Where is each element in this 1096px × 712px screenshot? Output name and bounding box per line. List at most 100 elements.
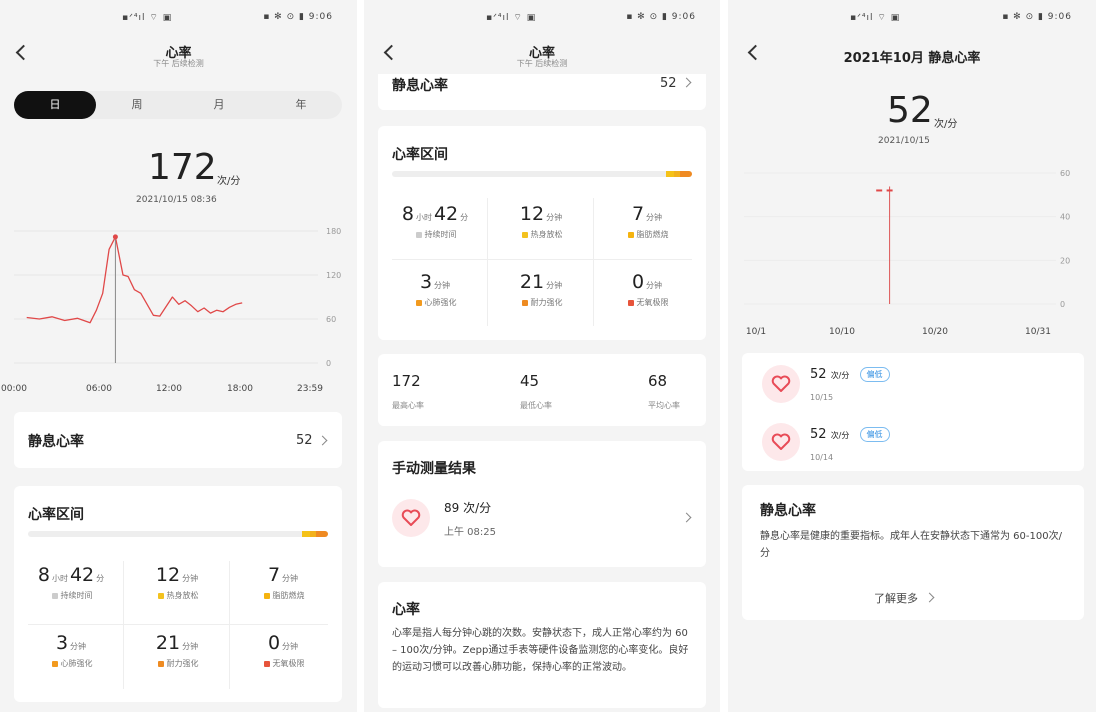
x-tick-label: 12:00 — [156, 384, 182, 394]
page-title: 2021年10月 静息心率 — [843, 51, 981, 66]
hr-info-card: 心率 心率是指人每分钟心跳的次数。安静状态下，成人正常心率约为 60 – 100… — [378, 582, 706, 708]
record-unit: 次/分 — [830, 431, 850, 440]
zone-value: 3 — [55, 632, 69, 654]
heart-icon — [762, 423, 800, 461]
zone-color-dot — [415, 299, 422, 306]
zone-unit: 分钟 — [434, 281, 451, 290]
status-left: ▪ᐟ⁴ıl ⌔ ▣ — [850, 13, 901, 23]
zones-bar — [28, 531, 328, 537]
tab-month[interactable]: 月 — [178, 91, 260, 119]
zone-value: 3 — [419, 271, 433, 293]
resting-hr-row[interactable]: 静息心率 52 — [14, 412, 342, 468]
page-subtitle: 下午 后续检测 — [516, 59, 568, 68]
status-left: ▪ᐟ⁴ıl ⌔ ▣ — [122, 13, 173, 23]
zone-unit: 分钟 — [646, 213, 663, 222]
zone-value-minutes: 42 — [69, 564, 95, 586]
zone-label: 心肺强化 — [60, 659, 93, 668]
manual-title: 手动测量结果 — [392, 461, 476, 477]
y-tick-label: 60 — [1060, 169, 1070, 178]
max-hr-label: 最高心率 — [392, 401, 424, 410]
zone-cell: 3 分钟心肺强化 — [22, 632, 122, 669]
tab-week[interactable]: 周 — [96, 91, 178, 119]
resting-hr-label: 静息心率 — [392, 78, 448, 94]
record-value: 52 — [810, 367, 827, 382]
hr-zones-card: 心率区间 8 小时 42 分持续时间 12 分钟 热身放松 7 分钟 脂肪燃烧 3 分钟 心肺强化 21 分… — [378, 126, 706, 340]
hr-series-line — [26, 236, 243, 324]
tab-year[interactable]: 年 — [260, 91, 342, 119]
zone-color-dot — [521, 299, 528, 306]
info-title: 心率 — [392, 602, 420, 618]
heart-rate-chart[interactable]: 180 120 60 0 00:00 06:00 12:00 18:00 23:59 — [0, 220, 357, 400]
y-tick-label: 120 — [326, 271, 341, 280]
x-tick-label: 00:00 — [1, 384, 27, 394]
zone-cell: 8 小时 42 分持续时间 — [22, 564, 122, 601]
x-tick-label: 06:00 — [86, 384, 112, 394]
zone-label: 脂肪燃烧 — [272, 591, 305, 600]
zone-cell: 12 分钟 热身放松 — [492, 203, 592, 240]
measure-datetime: 2021/10/15 08:36 — [136, 195, 217, 205]
zone-unit-hour: 小时 — [415, 213, 432, 222]
min-hr-label: 最低心率 — [520, 401, 552, 410]
x-tick-label: 10/20 — [922, 327, 948, 337]
zone-unit: 分钟 — [646, 281, 663, 290]
list-item[interactable]: 52 次/分 偏低 — [810, 367, 890, 382]
zone-cell: 0 分钟 无氧极限 — [598, 271, 698, 308]
zone-cell: 7 分钟 脂肪燃烧 — [234, 564, 334, 601]
drag-handle[interactable] — [115, 385, 145, 405]
zone-label: 持续时间 — [60, 591, 93, 600]
y-tick-label: 0 — [1060, 300, 1065, 309]
zone-unit: 分钟 — [182, 574, 199, 583]
status-bar: ▪ᐟ⁴ıl ⌔ ▣ ▪ ✻ ⊙ ▮ 9:06 — [0, 10, 357, 28]
resting-hr-chart[interactable]: 60 40 20 0 10/1 10/10 10/20 10/31 — [728, 160, 1096, 345]
bpm-unit: 次/分 — [934, 119, 958, 130]
status-badge: 偏低 — [859, 367, 890, 382]
hr-stats-card: 172 最高心率 45 最低心率 68 平均心率 — [378, 354, 706, 426]
manual-measure-card[interactable]: 手动测量结果 89 次/分 上午 08:25 — [378, 441, 706, 567]
zone-color-dot — [157, 592, 164, 599]
x-tick-label: 10/10 — [829, 327, 855, 337]
zone-value: 7 — [267, 564, 281, 586]
zone-unit: 分 — [96, 574, 105, 583]
status-bar: ▪ᐟ⁴ıl ⌔ ▣ ▪ ✻ ⊙ ▮ 9:06 — [364, 10, 720, 28]
list-item[interactable]: 52 次/分 偏低 — [810, 427, 890, 442]
chevron-right-icon — [681, 77, 692, 88]
manual-value: 89 次/分 — [444, 501, 492, 515]
zone-value: 0 — [267, 632, 281, 654]
x-tick-label: 18:00 — [227, 384, 253, 394]
zone-value: 8 — [401, 203, 414, 225]
heart-icon — [762, 365, 800, 403]
max-hr-value: 172 — [392, 372, 421, 390]
zone-color-dot — [157, 660, 164, 667]
zone-value-minutes: 42 — [433, 203, 459, 225]
resting-info-card: 静息心率 静息心率是健康的重要指标。成年人在安静状态下通常为 60-100次/分… — [742, 485, 1084, 620]
zone-color-dot — [521, 231, 528, 238]
resting-bpm: 52 — [887, 90, 933, 131]
zone-label: 热身放松 — [166, 591, 199, 600]
zone-cell: 7 分钟 脂肪燃烧 — [598, 203, 698, 240]
avg-hr-label: 平均心率 — [648, 401, 680, 410]
zone-cell: 8 小时 42 分持续时间 — [386, 203, 486, 240]
zone-label: 耐力强化 — [166, 659, 199, 668]
drag-handle[interactable] — [873, 325, 903, 345]
info-text: 心率是指人每分钟心跳的次数。安静状态下，成人正常心率约为 60 – 100次/分… — [392, 628, 689, 673]
resting-hr-row[interactable]: 静息心率 52 — [378, 74, 706, 110]
record-date: 10/15 — [810, 393, 834, 402]
resting-hr-value: 52 — [660, 76, 677, 91]
heart-icon — [392, 499, 430, 537]
screen-heart-rate-details: ▪ᐟ⁴ıl ⌔ ▣ ▪ ✻ ⊙ ▮ 9:06 心率 下午 后续检测 静息心率 5… — [364, 0, 720, 712]
resting-records-list: 52 次/分 偏低 10/15 52 次/分 偏低 10/14 — [742, 353, 1084, 471]
zone-color-dot — [51, 592, 58, 599]
hr-zones-card: 心率区间 8 小时 42 分持续时间 12 分钟 热身放松 7 分钟 脂肪燃烧 3 分钟 心肺强化 21 分… — [14, 486, 342, 702]
zone-unit: 分钟 — [546, 213, 563, 222]
zone-cell: 0 分钟 无氧极限 — [234, 632, 334, 669]
chevron-right-icon — [924, 592, 934, 603]
selected-date: 2021/10/15 — [878, 136, 930, 146]
x-tick-label: 23:59 — [297, 384, 323, 394]
status-right: ▪ ✻ ⊙ ▮ 9:06 — [263, 12, 333, 22]
screen-resting-hr-month: ▪ᐟ⁴ıl ⌔ ▣ ▪ ✻ ⊙ ▮ 9:06 2021年10月 静息心率 52 … — [728, 0, 1096, 712]
zone-unit: 分钟 — [70, 642, 87, 651]
learn-more-link[interactable]: 了解更多 — [874, 590, 934, 606]
zone-value: 21 — [155, 632, 181, 654]
tab-day[interactable]: 日 — [14, 91, 96, 119]
status-badge: 偏低 — [859, 427, 890, 442]
